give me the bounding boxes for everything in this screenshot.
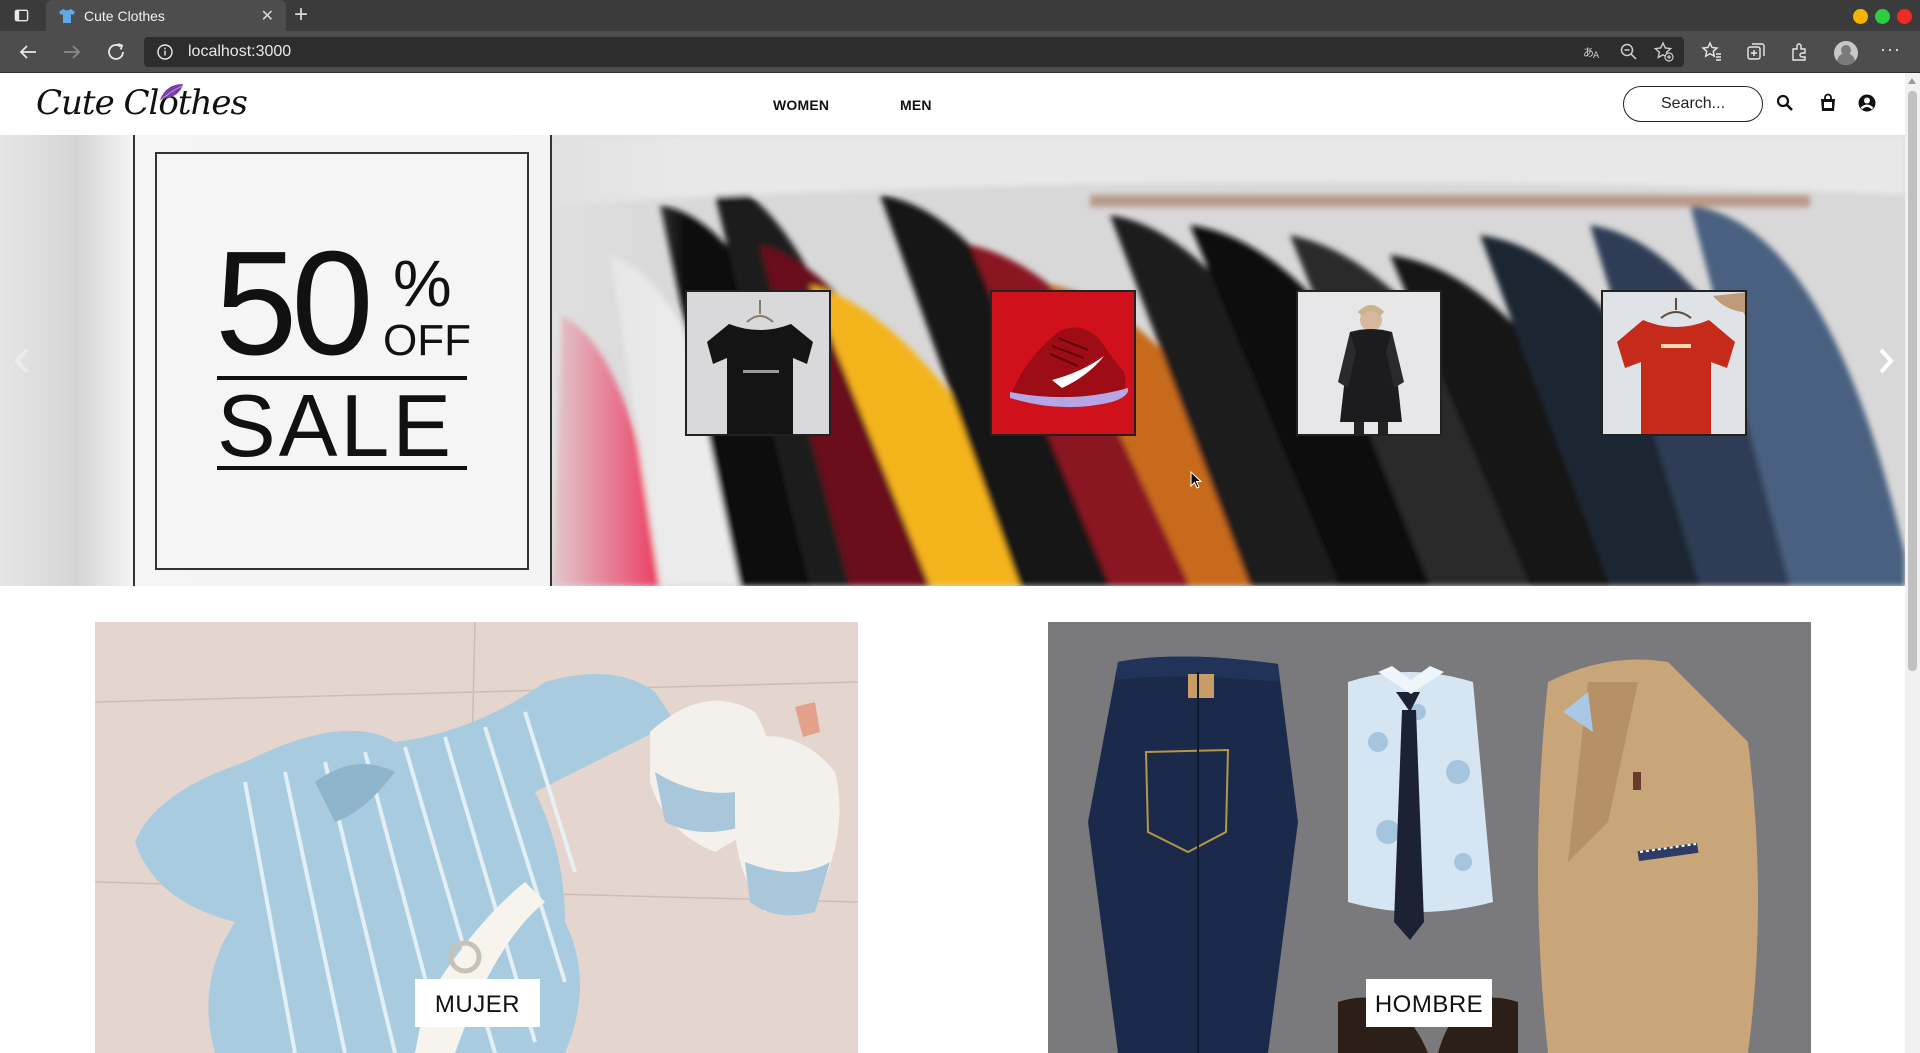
maximize-button[interactable]	[1875, 9, 1890, 24]
close-window-button[interactable]	[1897, 9, 1912, 24]
new-tab-icon[interactable]: +	[294, 3, 308, 27]
more-menu-icon[interactable]: ···	[1880, 39, 1901, 60]
nav-women[interactable]: WOMEN	[773, 97, 829, 113]
forward-icon[interactable]	[60, 40, 84, 64]
sale-banner[interactable]: 50 % OFF SALE	[155, 152, 529, 570]
svg-text:A: A	[1593, 51, 1600, 61]
category-men-tile[interactable]: HOMBRE	[1048, 622, 1811, 1053]
category-men-label[interactable]: HOMBRE	[1366, 979, 1492, 1027]
nav-men[interactable]: MEN	[900, 97, 932, 113]
red-sneaker-image	[992, 292, 1134, 434]
url-text: localhost:3000	[188, 43, 292, 60]
collections-icon[interactable]	[1745, 41, 1767, 63]
zoom-out-icon[interactable]	[1618, 41, 1640, 63]
butterfly-logo-icon	[160, 84, 183, 100]
profile-avatar[interactable]	[1834, 41, 1858, 65]
sale-off-text: OFF	[383, 316, 471, 365]
mouse-cursor-icon	[1190, 471, 1202, 489]
carousel-prev-icon[interactable]	[12, 346, 32, 376]
minimize-button[interactable]	[1853, 9, 1868, 24]
sale-percentage: 50	[215, 221, 374, 386]
product-thumb-red-tshirt[interactable]	[1601, 290, 1747, 436]
category-women-tile[interactable]: MUJER	[95, 622, 858, 1053]
scrollbar-thumb[interactable]	[1908, 91, 1917, 671]
carousel-next-icon[interactable]	[1876, 346, 1896, 376]
browser-tab[interactable]: Cute Clothes ✕	[46, 0, 286, 31]
category-women-label[interactable]: MUJER	[415, 979, 540, 1027]
page-scrollbar[interactable]	[1905, 73, 1920, 1053]
tshirt-favicon-icon	[59, 9, 75, 23]
product-thumb-red-sneaker[interactable]	[990, 290, 1136, 436]
site-header: Cute Clothes WOMEN MEN Search...	[0, 73, 1905, 135]
black-tshirt-image	[687, 292, 829, 434]
tab-close-icon[interactable]: ✕	[261, 6, 274, 26]
product-thumb-black-parka[interactable]	[1296, 290, 1442, 436]
reload-icon[interactable]	[104, 40, 128, 64]
tab-actions-icon[interactable]	[14, 8, 29, 23]
user-account-icon[interactable]	[1857, 93, 1877, 113]
hero-carousel: 50 % OFF SALE	[0, 135, 1905, 586]
extensions-icon[interactable]	[1789, 41, 1811, 63]
page: Cute Clothes WOMEN MEN Search... 50 % OF…	[0, 73, 1905, 1053]
sale-word: SALE	[217, 376, 455, 475]
browser-toolbar: localhost:3000 あ A ···	[0, 31, 1920, 73]
address-bar[interactable]: localhost:3000 あ A	[144, 37, 1684, 67]
site-info-icon[interactable]	[156, 43, 174, 61]
product-thumb-black-tshirt[interactable]	[685, 290, 831, 436]
translate-icon[interactable]: あ A	[1581, 41, 1603, 63]
black-parka-image	[1298, 292, 1440, 434]
scroll-up-icon[interactable]	[1908, 78, 1916, 84]
shopping-bag-icon[interactable]	[1818, 93, 1838, 113]
site-logo[interactable]: Cute Clothes	[36, 83, 248, 123]
back-icon[interactable]	[16, 40, 40, 64]
search-icon[interactable]	[1775, 93, 1795, 113]
sale-underline	[217, 466, 467, 470]
sale-percent-sign: %	[393, 246, 452, 320]
favorites-icon[interactable]	[1701, 41, 1723, 63]
tab-title: Cute Clothes	[84, 8, 165, 24]
red-tshirt-image	[1603, 292, 1745, 434]
add-favorite-icon[interactable]	[1653, 41, 1675, 63]
search-input[interactable]: Search...	[1623, 86, 1763, 122]
browser-tab-bar: Cute Clothes ✕ +	[0, 0, 1920, 31]
